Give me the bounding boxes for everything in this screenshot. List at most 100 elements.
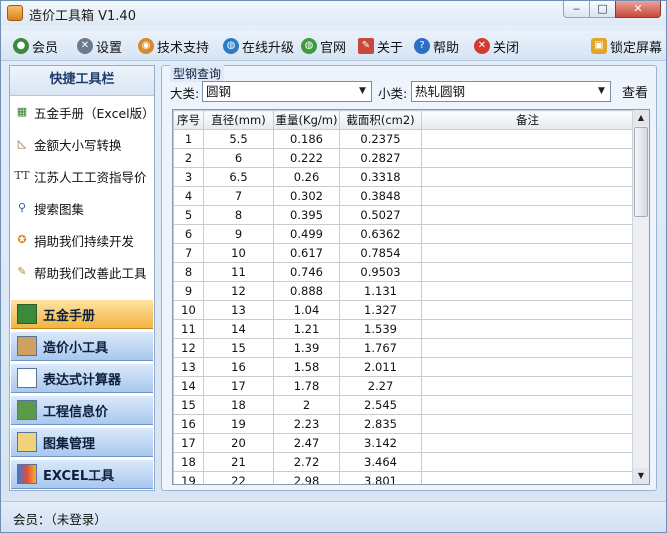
- close-app-button[interactable]: ✕ 关闭: [474, 37, 519, 56]
- table-cell[interactable]: 6: [173, 224, 204, 244]
- column-header[interactable]: 直径(mm): [203, 110, 274, 130]
- table-cell[interactable]: [421, 148, 634, 168]
- member-button[interactable]: ● 会员: [13, 37, 58, 56]
- table-cell[interactable]: 2: [173, 148, 204, 168]
- table-cell[interactable]: 10: [203, 243, 274, 263]
- table-cell[interactable]: 0.395: [273, 205, 340, 225]
- table-cell[interactable]: 6.5: [203, 167, 274, 187]
- table-cell[interactable]: 5.5: [203, 129, 274, 149]
- table-cell[interactable]: 19: [203, 414, 274, 434]
- table-cell[interactable]: 16: [173, 414, 204, 434]
- table-cell[interactable]: 17: [173, 433, 204, 453]
- table-row[interactable]: 11 14 1.21 1.539: [173, 319, 634, 339]
- online-upgrade-button[interactable]: ◍ 在线升级: [223, 37, 294, 56]
- table-row[interactable]: 10 13 1.04 1.327: [173, 300, 634, 320]
- table-cell[interactable]: 0.617: [273, 243, 340, 263]
- quick-item-feedback[interactable]: ✎ 帮助我们改善此工具: [14, 262, 146, 282]
- table-cell[interactable]: [421, 433, 634, 453]
- table-row[interactable]: 16 19 2.23 2.835: [173, 414, 634, 434]
- table-row[interactable]: 6 9 0.499 0.6362: [173, 224, 634, 244]
- table-cell[interactable]: 4: [173, 186, 204, 206]
- quick-item-hardware-excel[interactable]: ▦ 五金手册（Excel版）: [14, 102, 155, 122]
- table-row[interactable]: 7 10 0.617 0.7854: [173, 243, 634, 263]
- table-cell[interactable]: 1.04: [273, 300, 340, 320]
- table-cell[interactable]: 1.327: [339, 300, 422, 320]
- table-cell[interactable]: 8: [203, 205, 274, 225]
- table-cell[interactable]: [421, 243, 634, 263]
- table-cell[interactable]: 1.78: [273, 376, 340, 396]
- settings-button[interactable]: ✕ 设置: [77, 37, 122, 56]
- table-cell[interactable]: 0.26: [273, 167, 340, 187]
- table-cell[interactable]: 6: [203, 148, 274, 168]
- quick-item-search-atlas[interactable]: ⚲ 搜索图集: [14, 198, 84, 218]
- table-cell[interactable]: 0.302: [273, 186, 340, 206]
- table-cell[interactable]: 7: [173, 243, 204, 263]
- table-cell[interactable]: 1.539: [339, 319, 422, 339]
- table-row[interactable]: 3 6.5 0.26 0.3318: [173, 167, 634, 187]
- table-row[interactable]: 8 11 0.746 0.9503: [173, 262, 634, 282]
- table-cell[interactable]: 1: [173, 129, 204, 149]
- column-header[interactable]: 序号: [173, 110, 204, 130]
- minimize-button[interactable]: ‒: [563, 1, 590, 18]
- table-cell[interactable]: 2.011: [339, 357, 422, 377]
- column-header[interactable]: 截面积(cm2): [339, 110, 422, 130]
- quick-item-donate[interactable]: ✪ 捐助我们持续开发: [14, 230, 134, 250]
- table-cell[interactable]: 12: [173, 338, 204, 358]
- table-cell[interactable]: [421, 281, 634, 301]
- table-cell[interactable]: 2.47: [273, 433, 340, 453]
- quick-item-amount-convert[interactable]: ◺ 金额大小写转换: [14, 134, 122, 154]
- support-button[interactable]: ◉ 技术支持: [138, 37, 209, 56]
- table-cell[interactable]: 0.9503: [339, 262, 422, 282]
- about-button[interactable]: ✎ 关于: [358, 37, 403, 56]
- table-cell[interactable]: 0.5027: [339, 205, 422, 225]
- table-cell[interactable]: 3: [173, 167, 204, 187]
- table-cell[interactable]: 0.3318: [339, 167, 422, 187]
- table-cell[interactable]: 0.3848: [339, 186, 422, 206]
- nav-cost-tools[interactable]: 造价小工具: [11, 331, 153, 361]
- table-cell[interactable]: 0.186: [273, 129, 340, 149]
- table-row[interactable]: 12 15 1.39 1.767: [173, 338, 634, 358]
- table-cell[interactable]: 13: [203, 300, 274, 320]
- table-cell[interactable]: 1.39: [273, 338, 340, 358]
- view-button[interactable]: 查看: [622, 82, 648, 101]
- table-cell[interactable]: 2.545: [339, 395, 422, 415]
- table-cell[interactable]: [421, 376, 634, 396]
- table-row[interactable]: 15 18 2 2.545: [173, 395, 634, 415]
- chevron-down-icon[interactable]: ▼: [593, 82, 610, 101]
- table-cell[interactable]: 15: [173, 395, 204, 415]
- scroll-up-icon[interactable]: ▲: [633, 110, 649, 126]
- nav-hardware-manual[interactable]: 五金手册: [11, 299, 153, 329]
- column-header[interactable]: 备注: [421, 110, 634, 130]
- lock-screen-button[interactable]: ▣ 锁定屏幕: [591, 37, 662, 56]
- table-cell[interactable]: 5: [173, 205, 204, 225]
- table-row[interactable]: 14 17 1.78 2.27: [173, 376, 634, 396]
- table-cell[interactable]: 11: [173, 319, 204, 339]
- table-cell[interactable]: [421, 319, 634, 339]
- table-cell[interactable]: 0.222: [273, 148, 340, 168]
- table-cell[interactable]: [421, 205, 634, 225]
- table-cell[interactable]: 10: [173, 300, 204, 320]
- table-cell[interactable]: [421, 338, 634, 358]
- table-cell[interactable]: 2.23: [273, 414, 340, 434]
- table-cell[interactable]: 12: [203, 281, 274, 301]
- category-select[interactable]: 圆钢 ▼: [202, 81, 372, 102]
- table-cell[interactable]: 3.142: [339, 433, 422, 453]
- column-header[interactable]: 重量(Kg/m): [273, 110, 340, 130]
- table-cell[interactable]: 2.72: [273, 452, 340, 472]
- table-cell[interactable]: 20: [203, 433, 274, 453]
- table-cell[interactable]: 3.464: [339, 452, 422, 472]
- table-cell[interactable]: 16: [203, 357, 274, 377]
- table-cell[interactable]: 9: [173, 281, 204, 301]
- table-cell[interactable]: 18: [173, 452, 204, 472]
- table-cell[interactable]: 14: [173, 376, 204, 396]
- table-cell[interactable]: 0.499: [273, 224, 340, 244]
- table-cell[interactable]: 8: [173, 262, 204, 282]
- table-cell[interactable]: 0.6362: [339, 224, 422, 244]
- nav-project-price-info[interactable]: 工程信息价: [11, 395, 153, 425]
- table-cell[interactable]: 0.7854: [339, 243, 422, 263]
- table-cell[interactable]: [421, 186, 634, 206]
- table-cell[interactable]: 0.746: [273, 262, 340, 282]
- table-cell[interactable]: 14: [203, 319, 274, 339]
- table-cell[interactable]: 13: [173, 357, 204, 377]
- table-cell[interactable]: 0.888: [273, 281, 340, 301]
